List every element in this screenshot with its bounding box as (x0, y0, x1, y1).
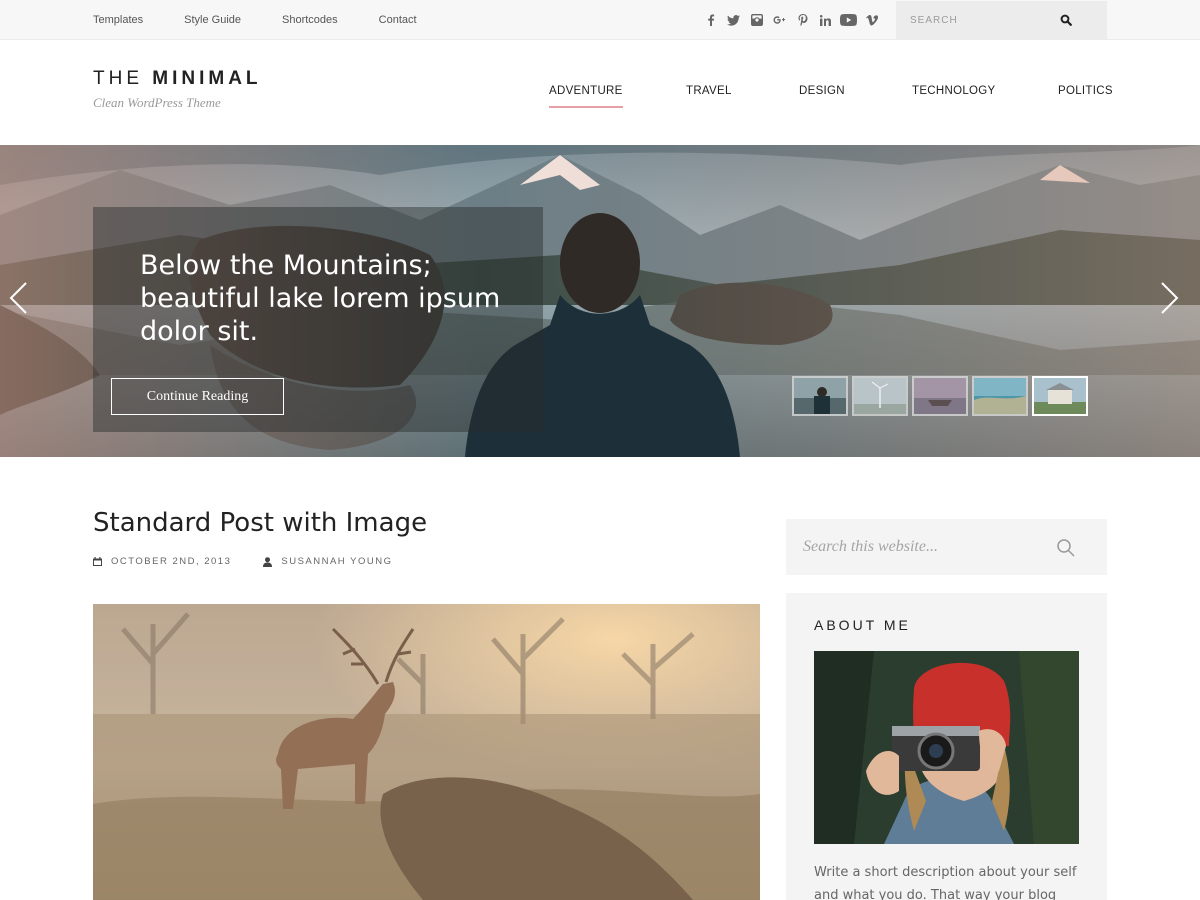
youtube-icon[interactable] (838, 12, 859, 28)
google-plus-icon[interactable] (769, 12, 790, 28)
about-me-title: ABOUT ME (814, 617, 911, 633)
slide-title: Below the Mountains; beautiful lake lore… (140, 250, 501, 347)
top-link-contact[interactable]: Contact (379, 14, 417, 26)
continue-reading-button[interactable]: Continue Reading (111, 378, 284, 415)
chevron-left-icon[interactable] (8, 281, 30, 315)
top-bar: Templates Style Guide Shortcodes Contact (0, 0, 1200, 40)
about-me-photo (814, 651, 1079, 844)
about-me-text: Write a short description about your sel… (814, 865, 1077, 900)
top-links: Templates Style Guide Shortcodes Contact (93, 0, 458, 40)
post-featured-image[interactable] (93, 604, 760, 900)
pinterest-icon[interactable] (792, 12, 813, 28)
user-icon (263, 556, 273, 567)
search-icon[interactable] (1060, 13, 1074, 27)
top-link-shortcodes[interactable]: Shortcodes (282, 14, 338, 26)
post-author[interactable]: SUSANNAH YOUNG (263, 556, 392, 567)
nav-design[interactable]: DESIGN (799, 85, 845, 106)
slide-thumbnail[interactable] (852, 376, 908, 416)
post-title[interactable]: Standard Post with Image (93, 508, 427, 538)
hero-slider: Below the Mountains; beautiful lake lore… (0, 145, 1200, 457)
sidebar-search-input[interactable] (803, 519, 1053, 575)
twitter-icon[interactable] (723, 12, 744, 28)
slider-thumbnails (792, 376, 1092, 416)
nav-adventure[interactable]: ADVENTURE (549, 85, 623, 108)
slide-caption: Below the Mountains; beautiful lake lore… (93, 207, 543, 432)
about-me-widget: ABOUT ME Write a short description about… (786, 593, 1107, 900)
facebook-icon[interactable] (700, 12, 721, 28)
post-author-text: SUSANNAH YOUNG (281, 556, 393, 567)
social-icons (700, 0, 884, 40)
top-link-style-guide[interactable]: Style Guide (184, 14, 241, 26)
post-meta: OCTOBER 2ND, 2013 SUSANNAH YOUNG (93, 556, 424, 567)
calendar-icon (93, 557, 102, 566)
slide-thumbnail[interactable] (792, 376, 848, 416)
post-date: OCTOBER 2ND, 2013 (93, 556, 231, 567)
nav-politics[interactable]: POLITICS (1058, 85, 1113, 106)
sidebar-search (786, 519, 1107, 575)
linkedin-icon[interactable] (815, 12, 836, 28)
chevron-right-icon[interactable] (1158, 281, 1180, 315)
main-nav: ADVENTURE TRAVEL DESIGN TECHNOLOGY POLIT… (0, 85, 1200, 115)
post-date-text: OCTOBER 2ND, 2013 (111, 556, 232, 567)
top-link-templates[interactable]: Templates (93, 14, 143, 26)
top-search-input[interactable] (910, 1, 1070, 40)
slide-thumbnail[interactable] (912, 376, 968, 416)
top-search (896, 1, 1107, 40)
slide-thumbnail[interactable] (972, 376, 1028, 416)
nav-technology[interactable]: TECHNOLOGY (912, 85, 996, 106)
search-icon[interactable] (1056, 538, 1076, 558)
instagram-icon[interactable] (746, 12, 767, 28)
nav-travel[interactable]: TRAVEL (686, 85, 732, 106)
slide-thumbnail[interactable] (1032, 376, 1088, 416)
vimeo-icon[interactable] (861, 12, 882, 28)
